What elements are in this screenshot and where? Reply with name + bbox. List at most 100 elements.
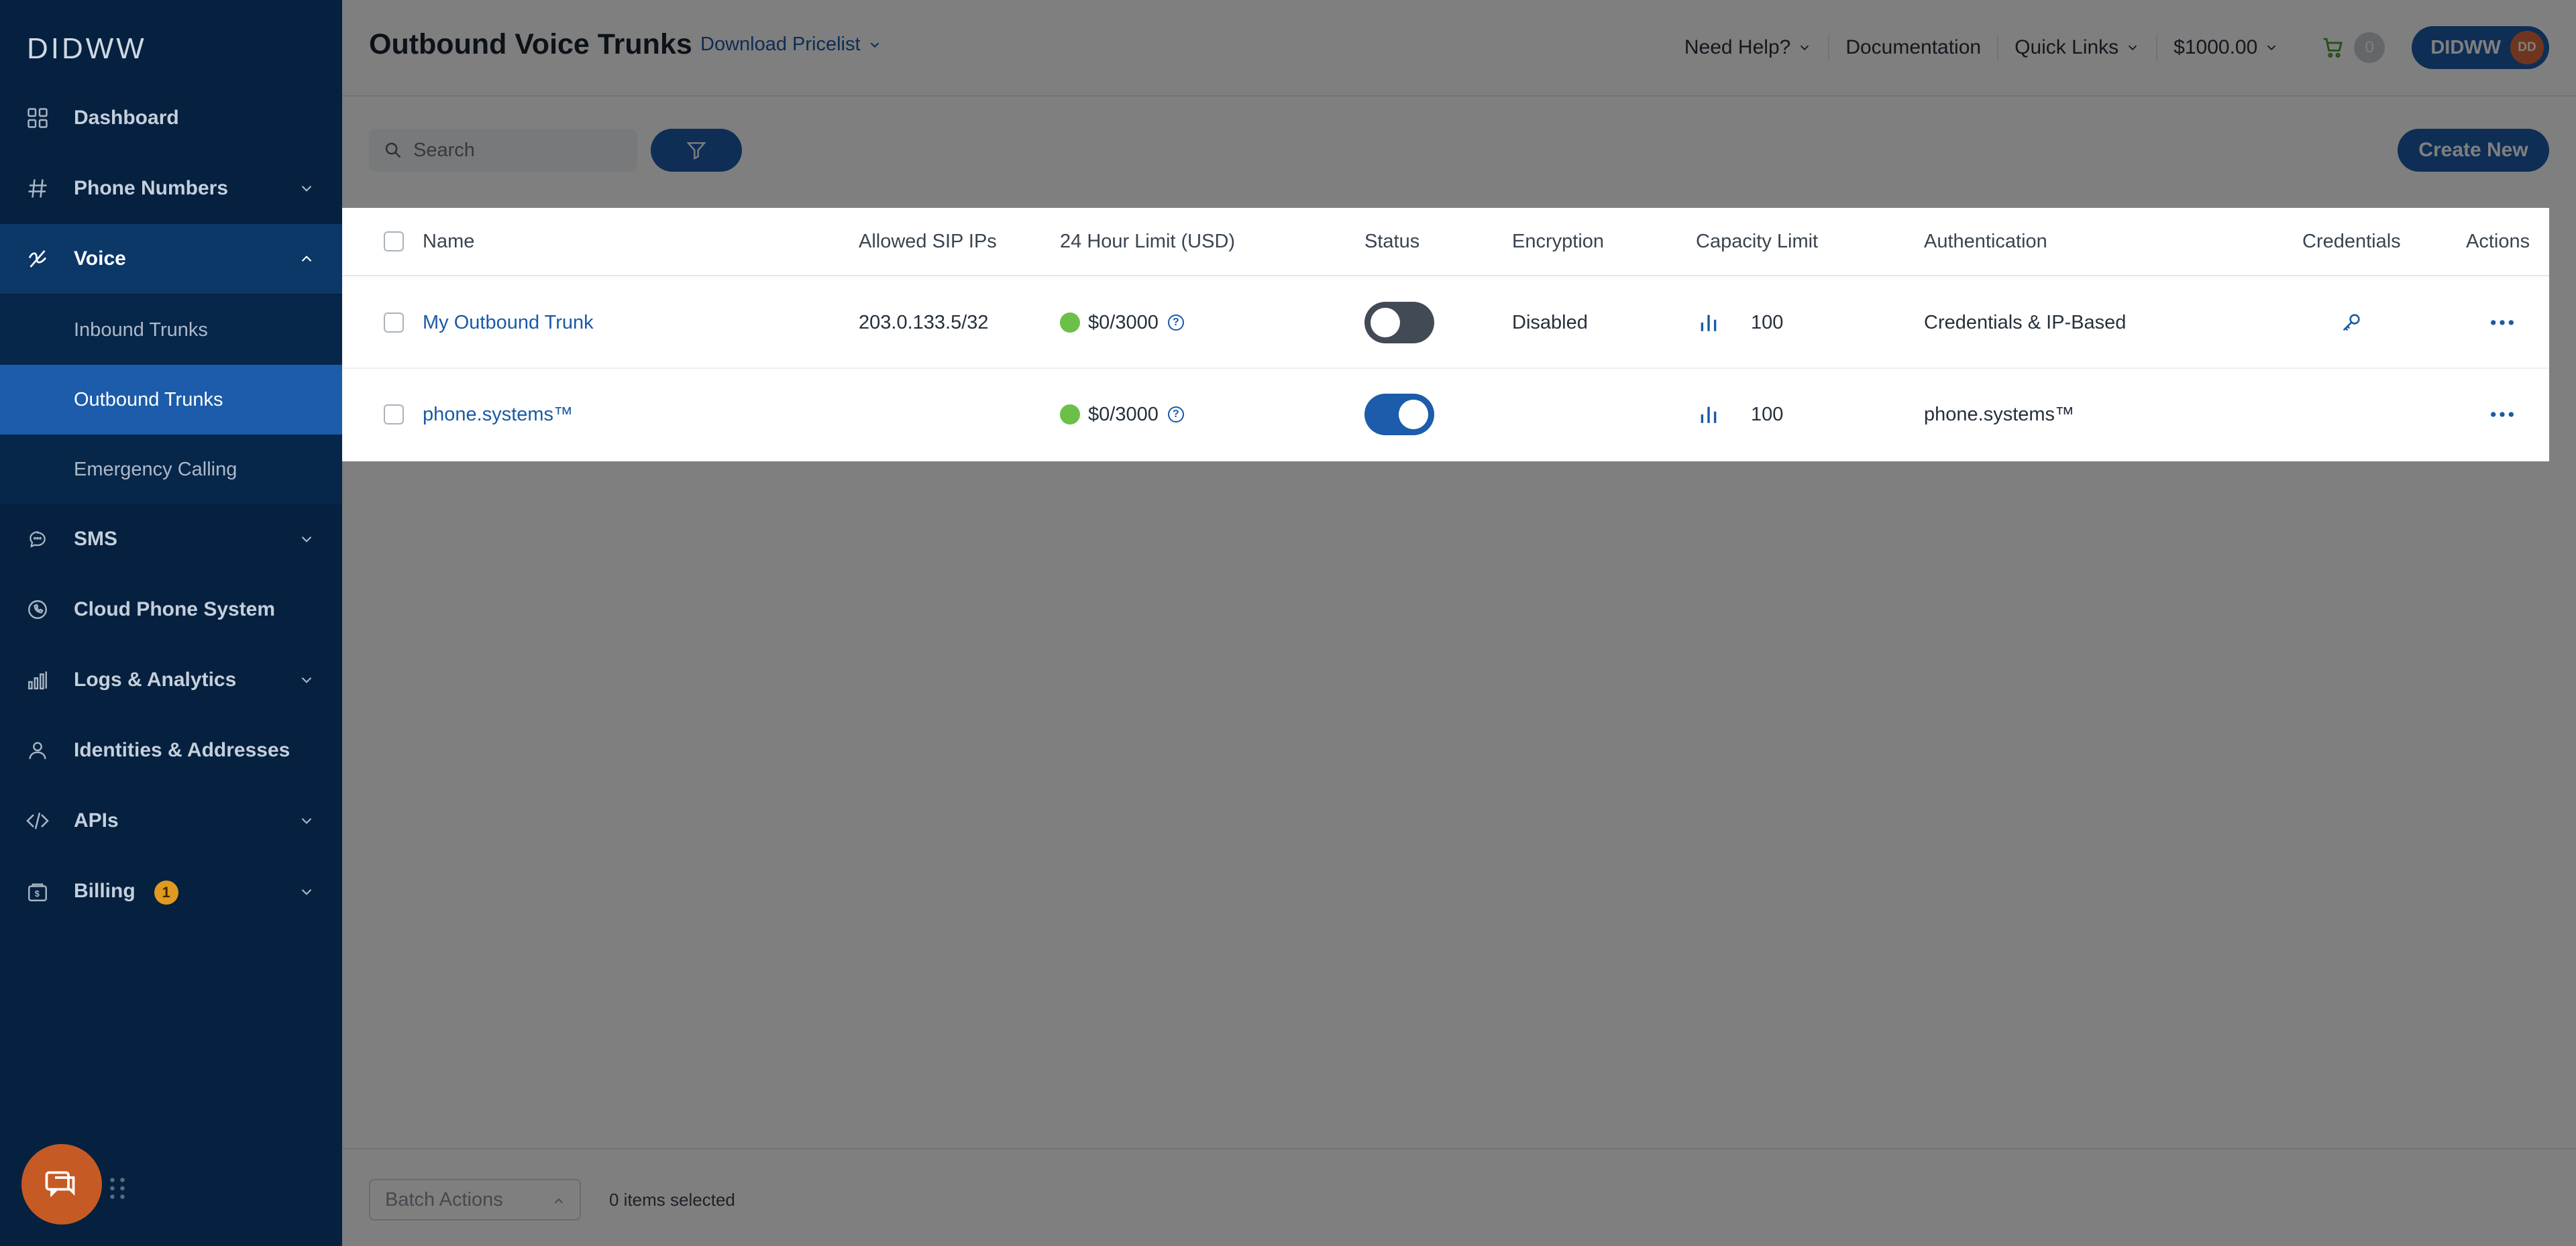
balance-label: $1000.00 [2174, 36, 2258, 58]
quick-links-label: Quick Links [2015, 36, 2119, 58]
select-all-checkbox[interactable] [384, 231, 404, 251]
sip-ips-value: 203.0.133.5/32 [859, 311, 989, 333]
sidebar-item-label: Billing 1 [74, 880, 178, 905]
billing-badge: 1 [154, 880, 178, 905]
sidebar-item-inbound-trunks[interactable]: Inbound Trunks [0, 295, 342, 365]
search-box [369, 129, 637, 172]
sidebar-item-label: APIs [74, 809, 119, 832]
table-row[interactable]: My Outbound Trunk 203.0.133.5/32 $0/3000… [342, 278, 2549, 369]
row-checkbox[interactable] [384, 404, 404, 424]
chevron-down-icon [301, 536, 312, 543]
sidebar-item-voice[interactable]: Voice [0, 224, 342, 294]
column-encryption[interactable]: Encryption [1512, 208, 1604, 275]
help-icon[interactable]: ? [1167, 406, 1184, 422]
sidebar-item-outbound-trunks[interactable]: Outbound Trunks [0, 365, 342, 435]
cart-icon [2324, 38, 2343, 58]
user-icon [24, 737, 51, 764]
chevron-down-icon [2267, 45, 2276, 51]
column-authentication[interactable]: Authentication [1924, 208, 2047, 275]
chevron-down-icon [301, 817, 312, 824]
chevron-up-icon [554, 1198, 564, 1204]
sidebar-item-label: Cloud Phone System [74, 598, 276, 620]
need-help-label: Need Help? [1684, 36, 1791, 58]
top-links: Need Help? Documentation Quick Links $10… [1668, 25, 2549, 70]
sidebar-item-dashboard[interactable]: Dashboard [0, 83, 342, 153]
sidebar-item-cloud-phone-system[interactable]: Cloud Phone System [0, 575, 342, 644]
main-content: Outbound Voice Trunks Download Pricelist… [342, 0, 2576, 1246]
sidebar-item-logs-analytics[interactable]: Logs & Analytics [0, 645, 342, 715]
key-icon[interactable] [2340, 311, 2363, 334]
chat-bubbles-icon [45, 1171, 75, 1198]
limit-cell: $0/3000 ? [1060, 278, 1184, 367]
sidebar-item-label: Dashboard [74, 107, 179, 129]
capacity-cell: 100 [1697, 278, 1783, 367]
support-chat-button[interactable] [21, 1144, 102, 1225]
sidebar-item-phone-numbers[interactable]: Phone Numbers [0, 154, 342, 223]
status-toggle[interactable] [1364, 302, 1434, 343]
capacity-value: 100 [1751, 403, 1784, 425]
more-actions-icon[interactable] [2489, 408, 2516, 421]
account-menu-button[interactable]: DIDWW DD [2412, 26, 2549, 69]
column-24h-limit[interactable]: 24 Hour Limit (USD) [1060, 208, 1235, 275]
table-row[interactable]: phone.systems™ $0/3000 ? 100 phone.syste… [342, 369, 2549, 460]
download-pricelist-link[interactable]: Download Pricelist [700, 34, 882, 56]
chevron-down-icon [1801, 45, 1809, 51]
encryption-value: Disabled [1512, 311, 1588, 333]
row-checkbox[interactable] [384, 313, 404, 333]
chevron-down-icon [2129, 45, 2137, 51]
quick-links-menu[interactable]: Quick Links [1998, 34, 2158, 61]
chevron-down-icon [301, 677, 312, 683]
trunk-name-link[interactable]: My Outbound Trunk [423, 278, 594, 367]
capacity-bars-icon[interactable] [1697, 311, 1720, 334]
more-actions-icon[interactable] [2489, 316, 2516, 329]
hash-icon [24, 175, 51, 202]
sidebar-item-label: Outbound Trunks [74, 388, 223, 410]
page-title: Outbound Voice Trunks [369, 28, 692, 60]
need-help-menu[interactable]: Need Help? [1668, 34, 1830, 61]
sidebar-item-apis[interactable]: APIs [0, 786, 342, 856]
chat-icon [24, 526, 51, 553]
create-new-button[interactable]: Create New [2398, 129, 2549, 172]
help-icon[interactable]: ? [1167, 315, 1184, 331]
toggle-knob [1371, 308, 1400, 337]
chevron-up-icon [301, 256, 312, 262]
sidebar-item-sms[interactable]: SMS [0, 504, 342, 574]
code-icon [24, 807, 51, 834]
drag-handle-icon[interactable] [107, 1175, 127, 1202]
top-bar: Outbound Voice Trunks Download Pricelist… [342, 0, 2576, 97]
balance-menu[interactable]: $1000.00 [2157, 34, 2295, 61]
sidebar-item-label: Voice [74, 247, 126, 270]
column-allowed-sip-ips[interactable]: Allowed SIP IPs [859, 208, 997, 275]
sidebar-item-emergency-calling[interactable]: Emergency Calling [0, 435, 342, 504]
trunk-name-link[interactable]: phone.systems™ [423, 369, 573, 460]
status-dot [1060, 404, 1080, 424]
batch-actions-select[interactable]: Batch Actions [369, 1179, 581, 1221]
selected-count: 0 items selected [609, 1190, 735, 1210]
column-status[interactable]: Status [1364, 208, 1419, 275]
chevron-down-icon [301, 889, 312, 895]
authentication-value: phone.systems™ [1924, 403, 2075, 425]
bar-chart-icon [24, 667, 51, 693]
account-name: DIDWW [2430, 36, 2501, 58]
limit-value: $0/3000 [1088, 403, 1159, 425]
batch-actions-label: Batch Actions [385, 1188, 503, 1210]
trunks-table: Name Allowed SIP IPs 24 Hour Limit (USD)… [342, 208, 2576, 461]
didww-logo[interactable]: DIDWW [27, 32, 147, 66]
capacity-bars-icon[interactable] [1697, 403, 1720, 426]
cart-button[interactable]: 0 [2295, 32, 2412, 63]
search-input[interactable] [413, 129, 628, 172]
column-capacity-limit[interactable]: Capacity Limit [1696, 208, 1818, 275]
filter-button[interactable] [651, 129, 742, 172]
sidebar-item-billing[interactable]: $ Billing 1 [0, 857, 342, 927]
voice-icon [24, 245, 51, 272]
documentation-link[interactable]: Documentation [1829, 34, 1999, 61]
sidebar-item-label: Phone Numbers [74, 177, 229, 199]
sidebar-item-label: Emergency Calling [74, 458, 237, 480]
documentation-label: Documentation [1845, 36, 1982, 58]
chevron-down-icon [870, 42, 879, 48]
status-toggle[interactable] [1364, 394, 1434, 435]
status-dot [1060, 313, 1080, 333]
column-name[interactable]: Name [423, 208, 474, 275]
authentication-value: Credentials & IP-Based [1924, 311, 2127, 333]
sidebar-item-identities-addresses[interactable]: Identities & Addresses [0, 716, 342, 785]
